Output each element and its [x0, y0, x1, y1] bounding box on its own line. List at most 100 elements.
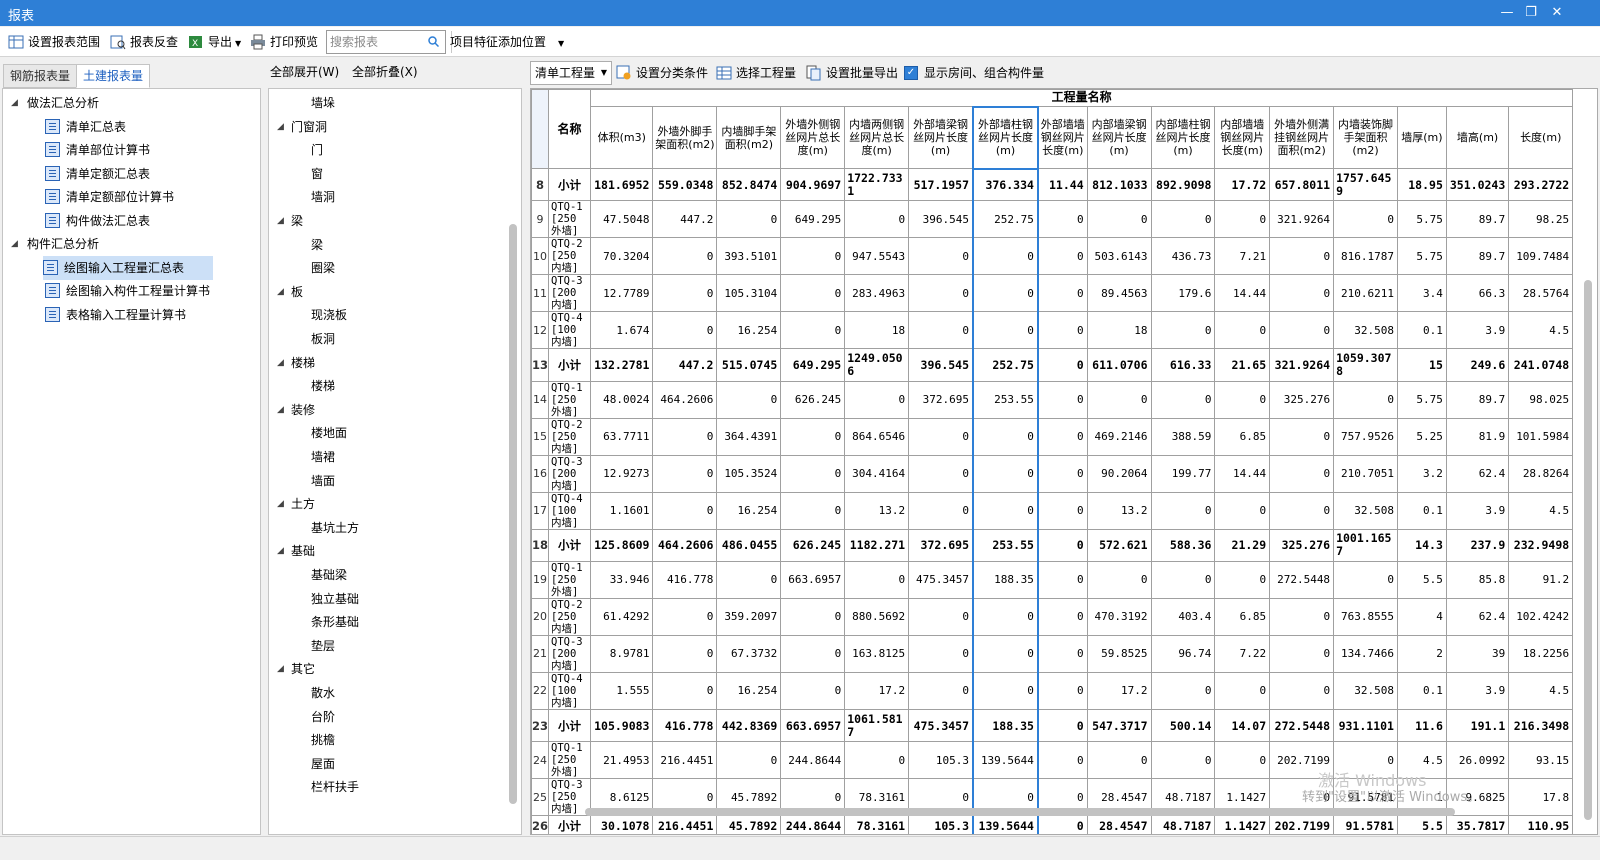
value-cell[interactable]: 0 [908, 417, 974, 456]
value-cell[interactable]: 188.35 [972, 560, 1039, 599]
expand-arrow-icon[interactable]: ◢ [277, 539, 284, 563]
horizontal-scrollbar[interactable] [585, 808, 1455, 816]
value-cell[interactable]: 503.6143 [1086, 237, 1152, 276]
value-cell[interactable]: 32.508 [1333, 311, 1398, 350]
value-cell[interactable]: 81.9 [1445, 417, 1510, 456]
value-cell[interactable]: 18 [844, 311, 910, 350]
value-cell[interactable]: 0 [908, 454, 974, 493]
category-item[interactable]: 板洞 [311, 327, 335, 351]
value-cell[interactable]: 2 [1396, 634, 1447, 673]
value-cell[interactable]: 904.9697 [780, 167, 846, 202]
value-cell[interactable]: 17.8 [1508, 778, 1574, 817]
value-cell[interactable]: 30.1078 [590, 815, 654, 834]
value-cell[interactable]: 321.9264 [1269, 348, 1335, 382]
value-cell[interactable]: 0 [652, 454, 718, 493]
value-cell[interactable]: 0 [780, 634, 846, 673]
value-cell[interactable]: 14.44 [1214, 454, 1271, 493]
value-cell[interactable]: 0 [972, 671, 1039, 710]
value-cell[interactable]: 21.4953 [590, 741, 654, 780]
minimize-button[interactable]: — [1496, 3, 1518, 23]
value-cell[interactable]: 0 [1269, 634, 1335, 673]
value-cell[interactable]: 416.778 [652, 708, 718, 743]
value-cell[interactable]: 216.4451 [652, 741, 718, 780]
value-cell[interactable]: 0 [908, 634, 974, 673]
value-cell[interactable]: 63.7711 [590, 417, 654, 456]
value-cell[interactable]: 91.5781 [1333, 815, 1398, 834]
category-item[interactable]: 垫层 [311, 634, 335, 658]
value-cell[interactable]: 0 [1037, 528, 1088, 562]
column-header[interactable]: 内墙两侧钢丝网片总长度(m) [844, 106, 910, 169]
export-button[interactable]: X 导出 ▼ [186, 32, 241, 52]
value-cell[interactable]: 216.3498 [1508, 708, 1574, 743]
value-cell[interactable]: 21.65 [1214, 348, 1271, 382]
value-cell[interactable]: 0 [652, 671, 718, 710]
value-cell[interactable]: 244.8644 [780, 741, 846, 780]
value-cell[interactable]: 18 [1086, 311, 1152, 350]
value-cell[interactable]: 547.3717 [1086, 708, 1152, 743]
value-cell[interactable]: 0 [1269, 237, 1335, 276]
name-cell[interactable]: QTQ-2 [250 内墙] [548, 237, 592, 276]
value-cell[interactable]: 125.8609 [590, 528, 654, 562]
value-cell[interactable]: 0 [1214, 560, 1271, 599]
value-cell[interactable]: 1.1427 [1214, 815, 1271, 834]
set-range-button[interactable]: 设置报表范围 [6, 32, 100, 52]
batch-export-button[interactable]: 设置批量导出 [806, 62, 898, 84]
value-cell[interactable]: 0 [972, 454, 1039, 493]
value-cell[interactable]: 447.2 [652, 348, 718, 382]
value-cell[interactable]: 469.2146 [1086, 417, 1152, 456]
value-cell[interactable]: 89.7 [1445, 237, 1510, 276]
value-cell[interactable]: 13.2 [1086, 491, 1152, 530]
value-cell[interactable]: 102.4242 [1508, 597, 1574, 636]
value-cell[interactable]: 210.7051 [1333, 454, 1398, 493]
row-number[interactable]: 21 [531, 634, 550, 673]
value-cell[interactable]: 0 [716, 380, 782, 419]
value-cell[interactable]: 812.1033 [1086, 167, 1152, 202]
value-cell[interactable]: 98.025 [1508, 380, 1574, 419]
value-cell[interactable]: 0 [908, 597, 974, 636]
value-cell[interactable]: 89.7 [1445, 380, 1510, 419]
value-cell[interactable]: 763.8555 [1333, 597, 1398, 636]
row-number[interactable]: 8 [531, 167, 550, 202]
value-cell[interactable]: 179.6 [1150, 274, 1216, 313]
value-cell[interactable]: 0 [972, 237, 1039, 276]
value-cell[interactable]: 364.4391 [716, 417, 782, 456]
value-cell[interactable]: 515.0745 [716, 348, 782, 382]
category-item[interactable]: 墙裙 [311, 445, 335, 469]
category-item[interactable]: 楼梯 [311, 374, 335, 398]
name-cell[interactable]: QTQ-1 [250 外墙] [548, 560, 592, 599]
value-cell[interactable]: 101.5984 [1508, 417, 1574, 456]
value-cell[interactable]: 0 [1037, 708, 1088, 743]
value-cell[interactable]: 8.9781 [590, 634, 654, 673]
value-cell[interactable]: 359.2097 [716, 597, 782, 636]
value-cell[interactable]: 0 [1214, 311, 1271, 350]
expand-arrow-icon[interactable]: ◢ [11, 232, 23, 256]
value-cell[interactable]: 396.545 [908, 348, 974, 382]
value-cell[interactable]: 3.9 [1445, 671, 1510, 710]
table-row[interactable]: 9 QTQ-1 [250 外墙] 47.5048 447.2 0 649.295 0 396.… [531, 200, 1597, 239]
column-header[interactable]: 外部墙墙钢丝网片长度(m) [1037, 106, 1088, 169]
value-cell[interactable]: 89.7 [1445, 200, 1510, 239]
value-cell[interactable]: 252.75 [972, 200, 1039, 239]
value-cell[interactable]: 18.95 [1396, 167, 1447, 202]
value-cell[interactable]: 3.2 [1396, 454, 1447, 493]
value-cell[interactable]: 210.6211 [1333, 274, 1398, 313]
value-cell[interactable]: 61.4292 [590, 597, 654, 636]
table-row[interactable]: 15 QTQ-2 [250 内墙] 63.7711 0 364.4391 0 864.654… [531, 417, 1597, 456]
value-cell[interactable]: 0 [1150, 560, 1216, 599]
value-cell[interactable]: 0 [780, 671, 846, 710]
tree-group[interactable]: ◢ 做法汇总分析 [11, 91, 99, 115]
value-cell[interactable]: 372.695 [908, 528, 974, 562]
value-cell[interactable]: 59.8525 [1086, 634, 1152, 673]
expand-arrow-icon[interactable]: ◢ [277, 657, 284, 681]
column-header[interactable]: 外部墙梁钢丝网片长度(m) [908, 106, 974, 169]
value-cell[interactable]: 4.5 [1508, 311, 1574, 350]
value-cell[interactable]: 32.508 [1333, 671, 1398, 710]
value-cell[interactable]: 66.3 [1445, 274, 1510, 313]
row-number[interactable]: 15 [531, 417, 550, 456]
value-cell[interactable]: 0 [1037, 311, 1088, 350]
category-item[interactable]: 台阶 [311, 705, 335, 729]
value-cell[interactable]: 892.9098 [1150, 167, 1216, 202]
tree-item[interactable]: 清单部位计算书 [45, 138, 156, 162]
value-cell[interactable]: 464.2606 [652, 380, 718, 419]
tab-civil-report[interactable]: 土建报表量 [76, 64, 151, 88]
